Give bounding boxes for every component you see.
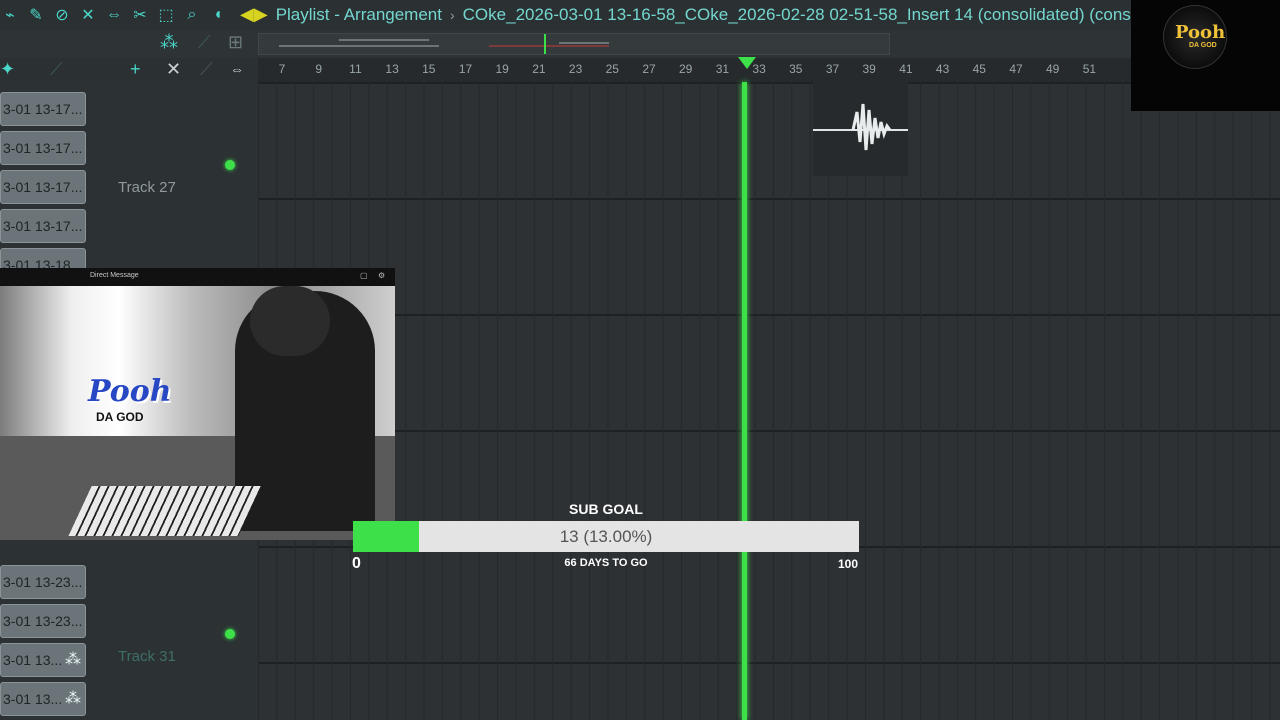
sub-goal-days-left: 66 DAYS TO GO: [564, 557, 648, 569]
ruler-mark: 7: [278, 62, 286, 76]
clip-tab[interactable]: 3-01 13-23...: [0, 565, 86, 599]
playlist-title: Playlist - Arrangement: [275, 4, 442, 24]
clip-label: 3-01 13-23...: [3, 574, 83, 590]
link-icon[interactable]: ⟋: [50, 59, 63, 80]
ruler-mark: 19: [495, 62, 509, 76]
playhead-marker[interactable]: [738, 57, 756, 69]
slice-icon[interactable]: ✂: [130, 5, 150, 25]
keyboard: [68, 486, 262, 536]
ruler-mark: 51: [1082, 62, 1097, 76]
ruler-mark: 9: [315, 62, 323, 76]
ruler-mark: 41: [899, 62, 913, 76]
track-31-enable-dot[interactable]: [225, 629, 235, 639]
ruler-mark: 13: [385, 62, 399, 76]
overview-cursor[interactable]: [544, 34, 546, 54]
waveform-icon: [851, 103, 892, 151]
minimize-icon[interactable]: ▢: [360, 271, 368, 280]
ruler-mark: 25: [605, 62, 619, 76]
ruler-mark: 21: [532, 62, 546, 76]
track-controls: ✦ ⟋ + ✕ ⟋ ⇔: [0, 58, 258, 82]
sub-goal-title: SUB GOAL: [569, 501, 643, 517]
playlist-overview[interactable]: [258, 33, 890, 55]
waveform-icon: ⁂: [65, 651, 81, 668]
ruler-mark: 35: [789, 62, 803, 76]
clip-tab[interactable]: 3-01 13-17...: [0, 131, 86, 165]
mute-icon[interactable]: ✕: [78, 5, 98, 25]
ruler-mark: 11: [349, 62, 362, 76]
clip-tab[interactable]: 3-01 13-17...: [0, 209, 86, 243]
stream-logo: Pooh DA GOD: [1131, 0, 1280, 111]
grid-icon[interactable]: ⊞: [228, 32, 243, 53]
wall-decal: Pooh: [88, 374, 172, 409]
track-27-label[interactable]: Track 27: [118, 179, 176, 196]
pen-icon[interactable]: ⟋: [200, 59, 213, 80]
playback-icon[interactable]: ◖: [208, 5, 228, 25]
clip-label: 3-01 13-23...: [3, 613, 83, 629]
clip-label: 3-01 13-17...: [3, 179, 83, 195]
add-pattern-icon[interactable]: ✦: [0, 59, 15, 80]
ruler-mark: 49: [1046, 62, 1060, 76]
clip-tab[interactable]: 3-01 13-17...: [0, 170, 86, 204]
logo-subtext: DA GOD: [1189, 42, 1217, 49]
sub-goal-value: 13 (13.00%): [559, 527, 653, 546]
ruler-mark: 39: [862, 62, 876, 76]
ruler-mark: 37: [825, 62, 840, 76]
resize-icon[interactable]: ⇔: [230, 61, 244, 77]
ruler-mark: 45: [972, 62, 986, 76]
timeline-ruler[interactable]: 7 9 11 13 15 17 19 21 23 25 27 29 31 33 35 37 39 41 43 45 47…: [258, 58, 1280, 83]
ruler-mark: 27: [642, 62, 656, 76]
title-separator: ›: [449, 6, 455, 23]
link-icon[interactable]: ⟋: [198, 32, 211, 53]
ruler-mark: 43: [935, 62, 950, 76]
zoom-icon[interactable]: ⌕: [182, 5, 202, 25]
sub-goal-max: 100: [838, 557, 859, 571]
plus-icon[interactable]: +: [130, 59, 141, 80]
settings-icon[interactable]: ⚙: [378, 271, 385, 280]
ruler-mark: 17: [458, 62, 473, 76]
waveform-icon: ⁂: [65, 690, 81, 707]
select-icon[interactable]: ⬚: [156, 5, 176, 25]
waveform-icon[interactable]: ⁂: [160, 32, 178, 53]
magnet-icon[interactable]: ⌁: [0, 5, 20, 25]
streamer-head: [250, 286, 330, 356]
track-31-label[interactable]: Track 31: [118, 648, 176, 665]
clip-tab[interactable]: 3-01 13-23...: [0, 604, 86, 638]
webcam-window: Pooh DA GOD: [0, 268, 395, 540]
clip-label: 3-01 13-17...: [3, 218, 83, 234]
paint-icon[interactable]: ✎: [26, 5, 46, 25]
clip-label: 3-01 13-17...: [3, 140, 83, 156]
clip-label: 3-01 13-17...: [3, 101, 83, 117]
project-file-name: COke_2026-03-01 13-16-58_COke_2026-02-28…: [462, 4, 1131, 24]
clip-tab[interactable]: 3-01 13... ⁂: [0, 643, 86, 677]
webcam-title: Direct Message: [90, 272, 139, 279]
ruler-mark: 23: [568, 62, 583, 76]
clip-tab[interactable]: 3-01 13... ⁂: [0, 682, 86, 716]
window-title: ◀▶ Playlist - Arrangement › COke_2026-03…: [240, 4, 1131, 25]
playlist-icon[interactable]: ◀▶: [240, 4, 268, 25]
audio-clip[interactable]: [813, 82, 908, 176]
delete-icon[interactable]: ⊘: [52, 5, 72, 25]
wall-decal-sub: DA GOD: [96, 410, 144, 424]
ruler-mark: 29: [679, 62, 693, 76]
toolbar: ⌁ ✎ ⊘ ✕ ⇔ ✂ ⬚ ⌕ ◖ ◀▶ Playlist - Arrangem…: [0, 0, 1280, 30]
logo-text: Pooh: [1175, 22, 1226, 43]
clip-label: 3-01 13...: [3, 652, 63, 668]
clip-tab[interactable]: 3-01 13-17...: [0, 92, 86, 126]
slip-icon[interactable]: ⇔: [104, 5, 124, 25]
ruler-mark: 47: [1009, 62, 1023, 76]
playhead[interactable]: [742, 82, 747, 720]
clip-label: 3-01 13...: [3, 691, 63, 707]
track-27-enable-dot[interactable]: [225, 160, 235, 170]
ruler-mark: 31: [715, 62, 730, 76]
playlist-grid[interactable]: [258, 82, 1280, 720]
close-icon[interactable]: ✕: [166, 59, 181, 80]
sub-goal-bar: 13 (13.00%): [353, 521, 859, 552]
tool-icons: ⌁ ✎ ⊘ ✕ ⇔ ✂ ⬚ ⌕ ◖: [0, 2, 228, 28]
ruler-mark: 15: [422, 62, 436, 76]
